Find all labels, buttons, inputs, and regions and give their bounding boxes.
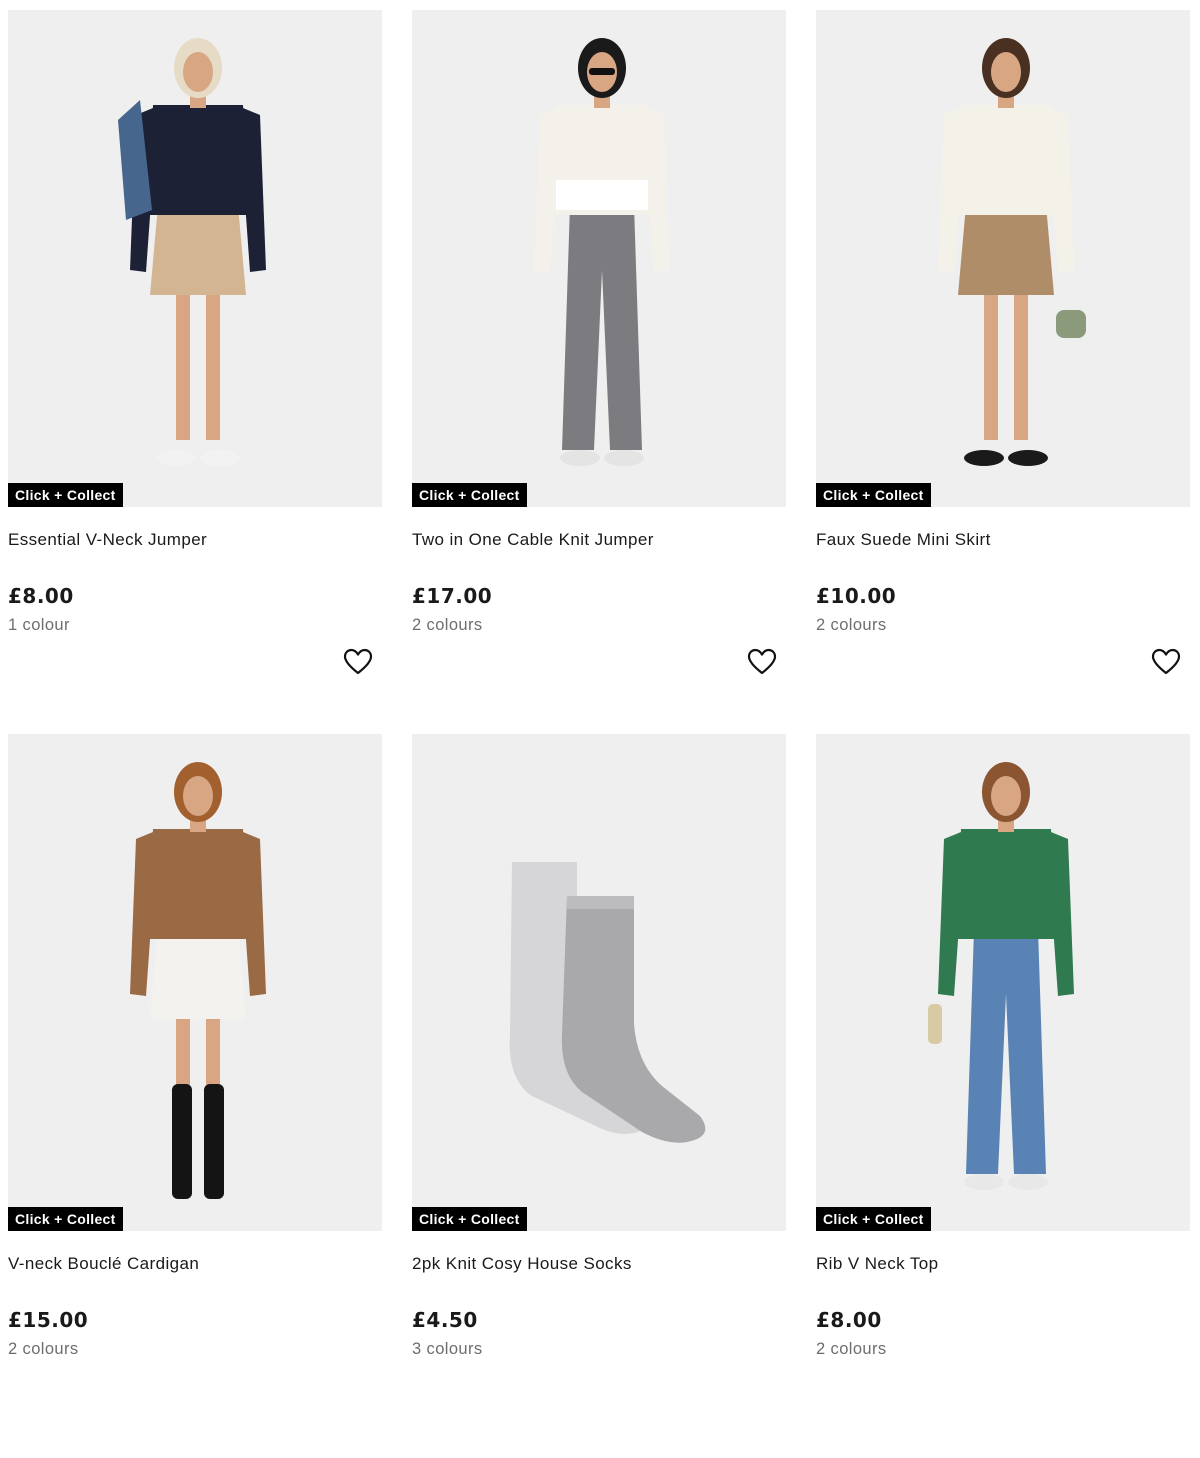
product-name[interactable]: Two in One Cable Knit Jumper (412, 530, 654, 550)
face-shape (183, 52, 213, 92)
top-garment-shape (956, 829, 1056, 939)
product-price: £4.50 (412, 1308, 478, 1332)
product-image[interactable]: Click + Collect (412, 10, 786, 507)
product-colours: 3 colours (412, 1340, 483, 1358)
product-card: Click + Collect V-neck Bouclé Cardigan £… (8, 734, 382, 1458)
top-garment-shape (148, 829, 248, 939)
product-card: Click + Collect 2pk Knit Cosy House Sock… (412, 734, 786, 1458)
left-boot-shape (172, 1084, 192, 1199)
click-collect-badge: Click + Collect (412, 483, 527, 507)
left-arm-shape (534, 108, 558, 272)
right-arm-shape (646, 108, 670, 272)
right-arm-shape (242, 108, 266, 272)
product-image[interactable]: Click + Collect (412, 734, 786, 1231)
product-image[interactable]: Click + Collect (8, 10, 382, 507)
right-arm-shape (1050, 108, 1074, 272)
product-name[interactable]: Faux Suede Mini Skirt (816, 530, 991, 550)
product-name[interactable]: Essential V-Neck Jumper (8, 530, 207, 550)
product-colours: 2 colours (816, 1340, 887, 1358)
click-collect-badge: Click + Collect (8, 483, 123, 507)
product-image[interactable]: Click + Collect (816, 734, 1190, 1231)
product-price: £17.00 (412, 584, 493, 608)
product-colours: 1 colour (8, 616, 70, 634)
click-collect-badge: Click + Collect (412, 1207, 527, 1231)
left-shoe-shape (964, 450, 1004, 466)
right-arm-shape (242, 832, 266, 996)
product-card: Click + Collect Essential V-Neck Jumper … (8, 10, 382, 734)
right-shoe-shape (200, 450, 240, 466)
top-garment-shape (148, 105, 248, 215)
product-price: £8.00 (816, 1308, 882, 1332)
woman-suede-mini-skirt-photo (938, 38, 1086, 466)
left-leg-shape (176, 280, 190, 440)
product-colours: 2 colours (412, 616, 483, 634)
product-grid: Click + Collect Essential V-Neck Jumper … (8, 10, 1190, 1458)
left-arm-shape (938, 832, 962, 996)
woman-v-neck-jumper-photo (118, 38, 266, 466)
skirt-shorts-shape (958, 205, 1054, 295)
click-collect-badge: Click + Collect (8, 1207, 123, 1231)
right-shoe-shape (1008, 1174, 1048, 1190)
woman-boucle-cardigan-photo (130, 762, 266, 1199)
top-garment-shape (956, 105, 1056, 215)
right-leg-shape (1014, 280, 1028, 440)
face-shape (183, 776, 213, 816)
product-price: £8.00 (8, 584, 74, 608)
click-collect-badge: Click + Collect (816, 483, 931, 507)
left-leg-shape (984, 280, 998, 440)
product-colours: 2 colours (8, 1340, 79, 1358)
right-boot-shape (204, 1084, 224, 1199)
product-colours: 2 colours (816, 616, 887, 634)
skirt-shorts-shape (150, 929, 246, 1019)
wishlist-heart-icon[interactable] (747, 647, 777, 677)
left-shoe-shape (156, 450, 196, 466)
sock-cuff-shape (567, 896, 634, 909)
right-leg-shape (206, 280, 220, 440)
trousers-shape (966, 929, 1046, 1174)
right-shoe-shape (604, 450, 644, 466)
skirt-shorts-shape (150, 205, 246, 295)
grey-socks-photo (509, 862, 706, 1143)
handbag-shape (1056, 310, 1086, 338)
woman-rib-v-neck-top-photo (928, 762, 1074, 1190)
product-name[interactable]: 2pk Knit Cosy House Socks (412, 1254, 632, 1274)
face-shape (991, 52, 1021, 92)
product-card: Click + Collect Two in One Cable Knit Ju… (412, 10, 786, 734)
product-image[interactable]: Click + Collect (816, 10, 1190, 507)
product-image[interactable]: Click + Collect (8, 734, 382, 1231)
right-shoe-shape (1008, 450, 1048, 466)
product-card: Click + Collect Faux Suede Mini Skirt £1… (816, 10, 1190, 734)
right-arm-shape (1050, 832, 1074, 996)
left-shoe-shape (964, 1174, 1004, 1190)
product-name[interactable]: V-neck Bouclé Cardigan (8, 1254, 199, 1274)
wishlist-heart-icon[interactable] (343, 647, 373, 677)
product-price: £15.00 (8, 1308, 89, 1332)
face-shape (991, 776, 1021, 816)
left-arm-shape (130, 832, 154, 996)
product-card: Click + Collect Rib V Neck Top £8.00 2 c… (816, 734, 1190, 1458)
product-name[interactable]: Rib V Neck Top (816, 1254, 938, 1274)
trousers-shape (562, 205, 642, 450)
wishlist-heart-icon[interactable] (1151, 647, 1181, 677)
click-collect-badge: Click + Collect (816, 1207, 931, 1231)
left-arm-shape (938, 108, 962, 272)
sunglasses-shape (589, 68, 615, 75)
woman-cable-knit-jumper-photo (534, 38, 670, 466)
product-price: £10.00 (816, 584, 897, 608)
shirt-hem-shape (556, 180, 648, 210)
handbag-shape (928, 1004, 942, 1044)
left-shoe-shape (560, 450, 600, 466)
